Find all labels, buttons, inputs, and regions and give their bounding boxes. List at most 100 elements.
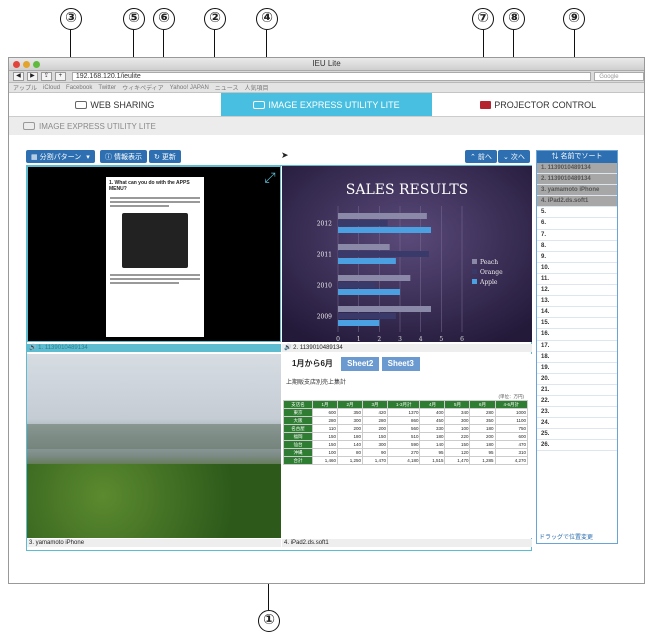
sales-table: 支店名 1月 2月 3月 1-3月計 4月 5月 6月 4-6月計 東京 600 350 420 1370… <box>283 400 528 465</box>
table-cell: 1,470 <box>444 456 471 465</box>
table-header-cell: 3月 <box>361 400 388 409</box>
source-item[interactable]: 19. <box>537 363 617 374</box>
source-item[interactable]: 4. iPad2.ds.soft1 <box>537 196 617 208</box>
callout-2: ② <box>204 8 226 30</box>
source-item[interactable]: 21. <box>537 385 617 396</box>
table-cell: 100 <box>311 448 338 457</box>
sheet-tab[interactable]: 1月から6月 <box>286 357 339 371</box>
table-row: 沖縄 100 80 90 270 95 120 95 310 <box>283 448 528 457</box>
callout-1: ① <box>258 610 280 632</box>
table-cell: 名古屋 <box>283 424 313 433</box>
source-item[interactable]: 5. <box>537 207 617 219</box>
info-display-button[interactable]: ⓘ 情報表示 <box>100 150 147 163</box>
pane-2[interactable]: SALES RESULTS 0 1 2 3 4 5 6 2012 2011 2010 2009 Peac… <box>282 166 532 342</box>
previous-button[interactable]: ⌃ 前へ <box>465 150 497 163</box>
source-item[interactable]: 15. <box>537 318 617 330</box>
zoom-window-button[interactable] <box>33 61 40 68</box>
table-cell: 150 <box>311 432 338 441</box>
table-cell: 1,285 <box>469 456 496 465</box>
forward-button[interactable]: ▶ <box>26 72 38 81</box>
source-item[interactable]: 26. <box>537 440 617 452</box>
sort-by-name-button[interactable]: ⇅ 名前でソート <box>537 151 617 163</box>
doc-line <box>110 278 200 280</box>
table-cell: 1,250 <box>336 456 363 465</box>
drag-hint: ドラッグで位置変更 <box>539 535 594 541</box>
back-button[interactable]: ◀ <box>13 72 24 81</box>
table-cell: 95 <box>419 448 446 457</box>
source-item[interactable]: 20. <box>537 374 617 385</box>
table-cell: 4,180 <box>386 456 421 465</box>
pane-4-caption: 4. iPad2.ds.soft1 <box>282 539 532 547</box>
source-item[interactable]: 17. <box>537 341 617 352</box>
source-item[interactable]: 8. <box>537 241 617 252</box>
source-item[interactable]: 12. <box>537 285 617 297</box>
x-tick-label: 6 <box>460 336 464 342</box>
doc-line <box>110 201 200 203</box>
table-cell: 340 <box>444 408 471 417</box>
bookmark-item[interactable]: Facebook <box>66 85 92 91</box>
source-item[interactable]: 13. <box>537 296 617 308</box>
table-cell: 180 <box>469 440 496 449</box>
browser-window: IEU Lite ◀ ▶ ⇪ + 192.168.120.1/ieulite G… <box>8 57 645 584</box>
refresh-button[interactable]: ↻ 更新 <box>149 150 181 163</box>
close-window-button[interactable] <box>13 61 20 68</box>
tab-projector-control[interactable]: PROJECTOR CONTROL <box>432 93 644 116</box>
x-tick-label: 1 <box>357 336 361 342</box>
sheet-tab[interactable]: Sheet3 <box>381 357 420 371</box>
tab-web-sharing[interactable]: WEB SHARING <box>9 93 221 116</box>
source-item[interactable]: 10. <box>537 263 617 274</box>
document-title: 1. What can you do with the APPS MENU? <box>109 180 190 192</box>
source-item[interactable]: 22. <box>537 396 617 408</box>
table-header-row: 支店名 1月 2月 3月 1-3月計 4月 5月 6月 4-6月計 <box>283 400 528 409</box>
bar-orange <box>338 251 429 257</box>
sales-chart: SALES RESULTS 0 1 2 3 4 5 6 2012 2011 2010 2009 Peac… <box>282 166 532 342</box>
source-item[interactable]: 16. <box>537 329 617 341</box>
document-preview: 1. What can you do with the APPS MENU? <box>106 177 204 337</box>
pane-1[interactable]: 1. What can you do with the APPS MENU? ⤢ <box>27 166 281 342</box>
pane-label: 3. yamamoto iPhone <box>29 540 85 546</box>
share-icon[interactable]: ⇪ <box>40 72 52 81</box>
bookmark-item[interactable]: iCloud <box>43 85 60 91</box>
source-item[interactable]: 18. <box>537 352 617 363</box>
pane-4[interactable]: 1月から6月 Sheet2 Sheet3 上期販支店別売上集計 (単位：万円) … <box>282 354 532 538</box>
url-field[interactable]: 192.168.120.1/ieulite <box>71 72 592 81</box>
bookmark-item[interactable]: アップル <box>13 83 37 92</box>
source-item[interactable]: 24. <box>537 418 617 430</box>
source-item[interactable]: 1. 1139010489134 <box>537 163 617 175</box>
callout-6: ⑥ <box>153 8 175 30</box>
source-item[interactable]: 11. <box>537 274 617 286</box>
source-item[interactable]: 2. 1139010489134 <box>537 174 617 186</box>
sheet-tab[interactable]: Sheet2 <box>341 357 380 371</box>
source-item[interactable]: 14. <box>537 307 617 319</box>
source-item[interactable]: 25. <box>537 429 617 441</box>
source-item[interactable]: 9. <box>537 252 617 263</box>
bookmark-item[interactable]: Yahoo! JAPAN <box>170 85 209 91</box>
bookmark-item[interactable]: 人気項目 <box>245 83 269 92</box>
minimize-window-button[interactable] <box>23 61 30 68</box>
tab-image-express[interactable]: IMAGE EXPRESS UTILITY LITE <box>220 93 433 116</box>
source-item[interactable]: 23. <box>537 407 617 419</box>
x-tick-label: 2 <box>377 336 381 342</box>
info-icon: ⓘ <box>105 153 112 161</box>
bookmark-item[interactable]: ウィキペディア <box>122 83 164 92</box>
search-field[interactable]: Google <box>594 72 644 81</box>
fullscreen-icon[interactable]: ⤢ <box>262 169 278 185</box>
info-display-label: 情報表示 <box>114 153 142 161</box>
source-items: 1. 1139010489134 2. 1139010489134 3. yamam… <box>537 163 617 452</box>
source-item[interactable]: 6. <box>537 218 617 230</box>
next-button[interactable]: ⌄ 次へ <box>498 150 530 163</box>
sort-label: 名前でソート <box>560 153 603 160</box>
tab-label: IMAGE EXPRESS UTILITY LITE <box>268 99 400 110</box>
doc-line <box>110 282 179 284</box>
bookmark-item[interactable]: ニュース <box>215 83 239 92</box>
source-item[interactable]: 3. yamamoto iPhone <box>537 185 617 197</box>
window-controls <box>13 61 40 68</box>
source-item[interactable]: 7. <box>537 230 617 241</box>
split-pattern-button[interactable]: ▦ 分割パターン ▾ <box>26 150 95 163</box>
table-cell: 300 <box>336 416 363 425</box>
add-tab-button[interactable]: + <box>54 72 66 81</box>
sheet-title: 上期販支店別売上集計 <box>286 380 347 386</box>
pane-3[interactable] <box>27 354 281 538</box>
table-cell: 350 <box>336 408 363 417</box>
bookmark-item[interactable]: Twitter <box>98 85 116 91</box>
